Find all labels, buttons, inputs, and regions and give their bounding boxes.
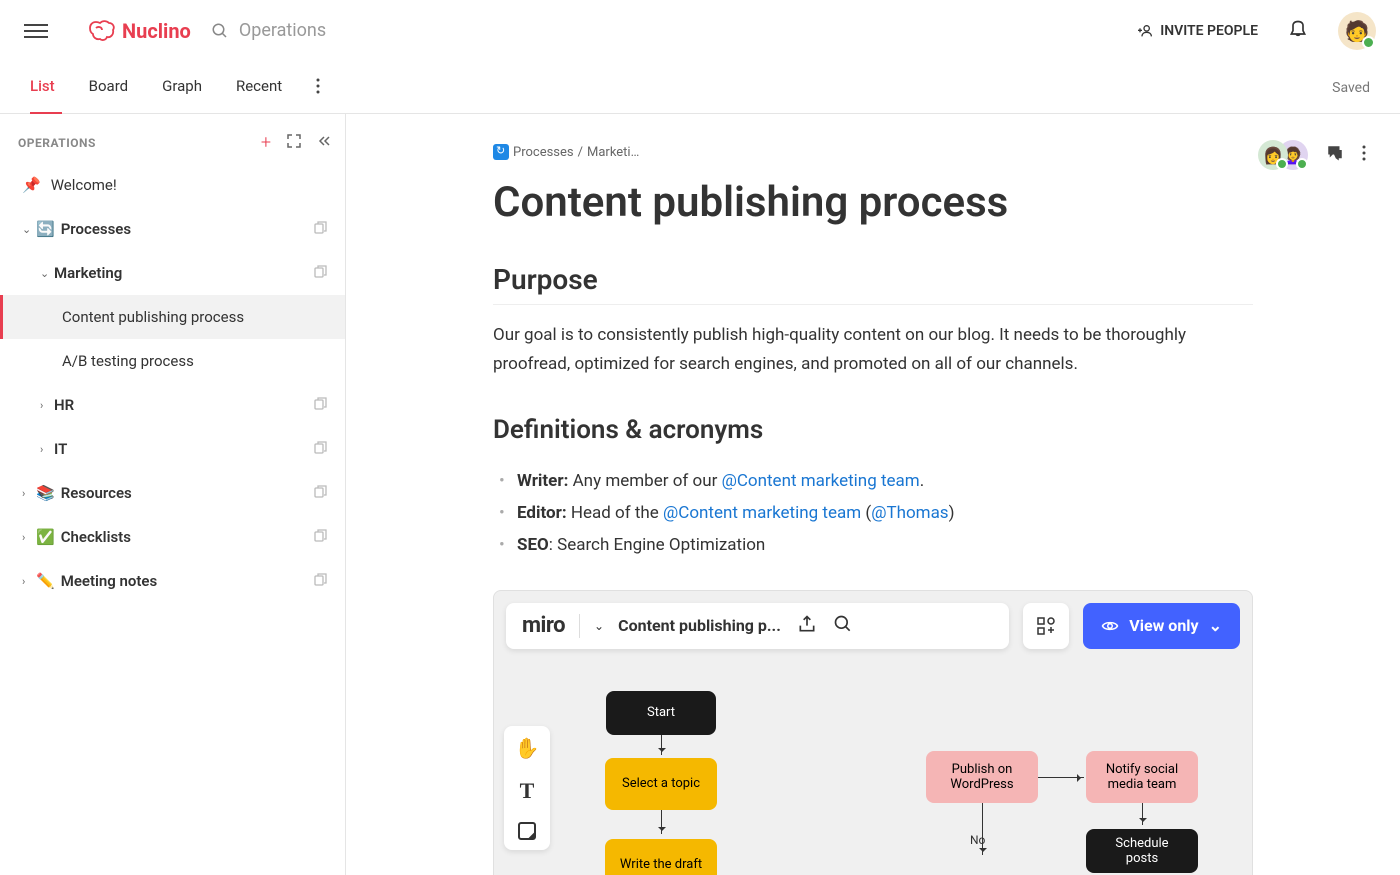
chevron-down-icon: ⌄	[1209, 616, 1222, 635]
copy-icon[interactable]	[314, 220, 327, 238]
collapse-sidebar-button[interactable]	[317, 133, 331, 152]
sidebar-item-content-publishing[interactable]: Content publishing process	[0, 295, 345, 339]
sidebar-item-processes[interactable]: ⌄ 🔄 Processes	[0, 207, 345, 251]
section-purpose-heading[interactable]: Purpose	[493, 263, 1253, 305]
books-icon: 📚	[36, 484, 55, 502]
avatar-face-icon: 🧑	[1345, 19, 1370, 43]
miro-board-title: Content publishing p...	[618, 616, 781, 635]
flow-publish-wp-node[interactable]: Publish on WordPress	[926, 751, 1038, 803]
miro-view-only-button[interactable]: View only ⌄	[1083, 603, 1240, 649]
chevron-down-icon: ⌄	[40, 267, 54, 280]
pencil-icon: ✏️	[36, 572, 55, 590]
search-icon	[833, 614, 853, 634]
chevron-double-left-icon	[317, 134, 331, 148]
miro-apps-button[interactable]	[1023, 603, 1069, 649]
flow-label-no: No	[970, 833, 985, 847]
tab-list[interactable]: List	[30, 77, 55, 99]
flow-schedule-node[interactable]: Schedule posts	[1086, 829, 1198, 873]
more-vertical-icon	[316, 78, 320, 94]
chevron-right-icon: ›	[22, 487, 36, 500]
tabs-more-button[interactable]	[316, 78, 320, 98]
copy-icon[interactable]	[314, 528, 327, 546]
flow-notify-social-node[interactable]: Notify social media team	[1086, 751, 1198, 803]
copy-icon[interactable]	[314, 396, 327, 414]
chevron-down-icon: ⌄	[22, 223, 36, 236]
sidebar-item-hr[interactable]: › HR	[0, 383, 345, 427]
mention-link[interactable]: @Thomas	[871, 503, 948, 523]
list-item[interactable]: SEO: Search Engine Optimization	[493, 529, 1253, 561]
copy-icon[interactable]	[314, 484, 327, 502]
doc-more-button[interactable]	[1362, 145, 1366, 165]
section-definitions-heading[interactable]: Definitions & acronyms	[493, 415, 1253, 445]
flow-write-draft-node[interactable]: Write the draft	[605, 839, 717, 875]
apps-icon	[1036, 616, 1056, 636]
app-logo[interactable]: Nuclino	[88, 19, 191, 43]
search-icon	[211, 22, 229, 40]
miro-export-button[interactable]	[797, 614, 817, 638]
sidebar: OPERATIONS + 📌 Welcome! ⌄ 🔄 Processes ⌄ …	[0, 114, 346, 875]
comments-button[interactable]	[1326, 144, 1344, 166]
search-placeholder: Operations	[239, 20, 326, 41]
copy-icon[interactable]	[314, 572, 327, 590]
sidebar-item-it[interactable]: › IT	[0, 427, 345, 471]
bell-icon	[1288, 19, 1308, 39]
document-area: 👩 👩‍🦱 Processes / Marketi… Content publi…	[346, 114, 1400, 875]
mention-link[interactable]: @Content marketing team	[722, 471, 920, 491]
more-vertical-icon	[1362, 145, 1366, 161]
sidebar-title: OPERATIONS	[18, 136, 96, 150]
miro-embed[interactable]: miro ⌄ Content publishing p... View only…	[493, 590, 1253, 875]
search-box[interactable]: Operations	[211, 20, 326, 41]
export-icon	[797, 614, 817, 634]
tab-board[interactable]: Board	[89, 77, 128, 99]
miro-board-dropdown[interactable]: ⌄	[594, 619, 604, 633]
app-name: Nuclino	[122, 19, 191, 43]
breadcrumb[interactable]: Processes / Marketi…	[493, 144, 1253, 160]
purpose-paragraph[interactable]: Our goal is to consistently publish high…	[493, 321, 1253, 379]
notifications-button[interactable]	[1288, 19, 1308, 43]
tab-recent[interactable]: Recent	[236, 77, 282, 99]
invite-icon	[1138, 23, 1154, 39]
mention-link[interactable]: @Content marketing team	[663, 503, 861, 523]
chevron-right-icon: ›	[22, 575, 36, 588]
sidebar-item-ab-testing[interactable]: A/B testing process	[0, 339, 345, 383]
chat-icon	[1326, 144, 1344, 162]
sidebar-item-welcome[interactable]: 📌 Welcome!	[0, 163, 345, 207]
chevron-right-icon: ›	[40, 443, 54, 456]
chevron-right-icon: ›	[40, 399, 54, 412]
expand-button[interactable]	[287, 133, 301, 152]
copy-icon[interactable]	[314, 440, 327, 458]
copy-icon[interactable]	[314, 264, 327, 282]
sidebar-item-resources[interactable]: › 📚 Resources	[0, 471, 345, 515]
check-icon: ✅	[36, 528, 55, 546]
miro-search-button[interactable]	[833, 614, 853, 638]
flow-start-node[interactable]: Start	[606, 691, 716, 735]
cycle-icon	[493, 144, 509, 160]
page-title[interactable]: Content publishing process	[493, 178, 1253, 227]
chevron-right-icon: ›	[22, 531, 36, 544]
pin-icon: 📌	[22, 176, 41, 194]
saved-indicator: Saved	[1332, 80, 1370, 96]
sidebar-item-marketing[interactable]: ⌄ Marketing	[0, 251, 345, 295]
list-item[interactable]: Writer: Any member of our @Content marke…	[493, 465, 1253, 497]
flow-select-topic-node[interactable]: Select a topic	[605, 758, 717, 810]
miro-logo: miro	[522, 613, 565, 638]
cycle-icon: 🔄	[36, 220, 55, 238]
user-avatar[interactable]: 🧑	[1338, 12, 1376, 50]
expand-icon	[287, 134, 301, 148]
tab-graph[interactable]: Graph	[162, 77, 202, 99]
list-item[interactable]: Editor: Head of the @Content marketing t…	[493, 497, 1253, 529]
sidebar-item-meeting-notes[interactable]: › ✏️ Meeting notes	[0, 559, 345, 603]
flowchart: Start Select a topic Write the draft Pub…	[494, 661, 1252, 875]
invite-people-button[interactable]: INVITE PEOPLE	[1138, 23, 1258, 39]
sidebar-item-checklists[interactable]: › ✅ Checklists	[0, 515, 345, 559]
eye-icon	[1101, 617, 1119, 635]
collaborator-avatar[interactable]: 👩	[1258, 140, 1288, 170]
brain-icon	[88, 20, 116, 42]
add-item-button[interactable]: +	[261, 132, 271, 153]
hamburger-menu[interactable]	[24, 19, 48, 43]
